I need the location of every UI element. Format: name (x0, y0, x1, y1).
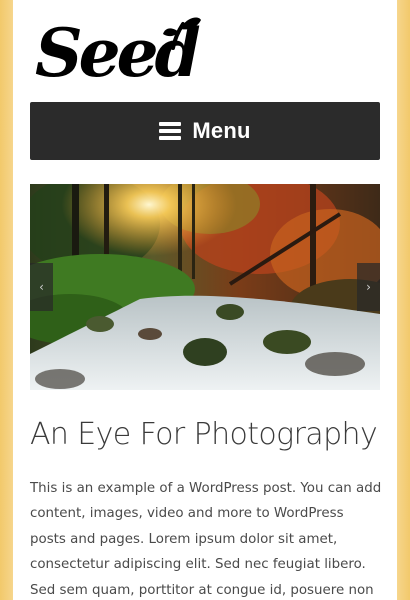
menu-toggle-button[interactable]: Menu (30, 102, 380, 160)
hamburger-icon (159, 122, 182, 140)
post-excerpt: This is an example of a WordPress post. … (30, 481, 382, 598)
slider-prev-button[interactable]: ‹ (30, 263, 53, 311)
post-title[interactable]: An Eye For Photography (30, 414, 390, 456)
svg-text:Seed: Seed (35, 14, 200, 92)
page-container: Seed Menu ‹ › An Eye For Photography Thi… (13, 0, 397, 600)
menu-label: Menu (192, 118, 251, 143)
chevron-right-icon: › (366, 280, 371, 294)
image-slider[interactable]: ‹ › (30, 184, 380, 390)
chevron-left-icon: ‹ (39, 280, 44, 294)
seed-logo-graphic: Seed (35, 14, 204, 92)
slider-next-button[interactable]: › (357, 263, 380, 311)
slide-image (30, 184, 380, 390)
site-logo[interactable]: Seed (33, 12, 204, 92)
